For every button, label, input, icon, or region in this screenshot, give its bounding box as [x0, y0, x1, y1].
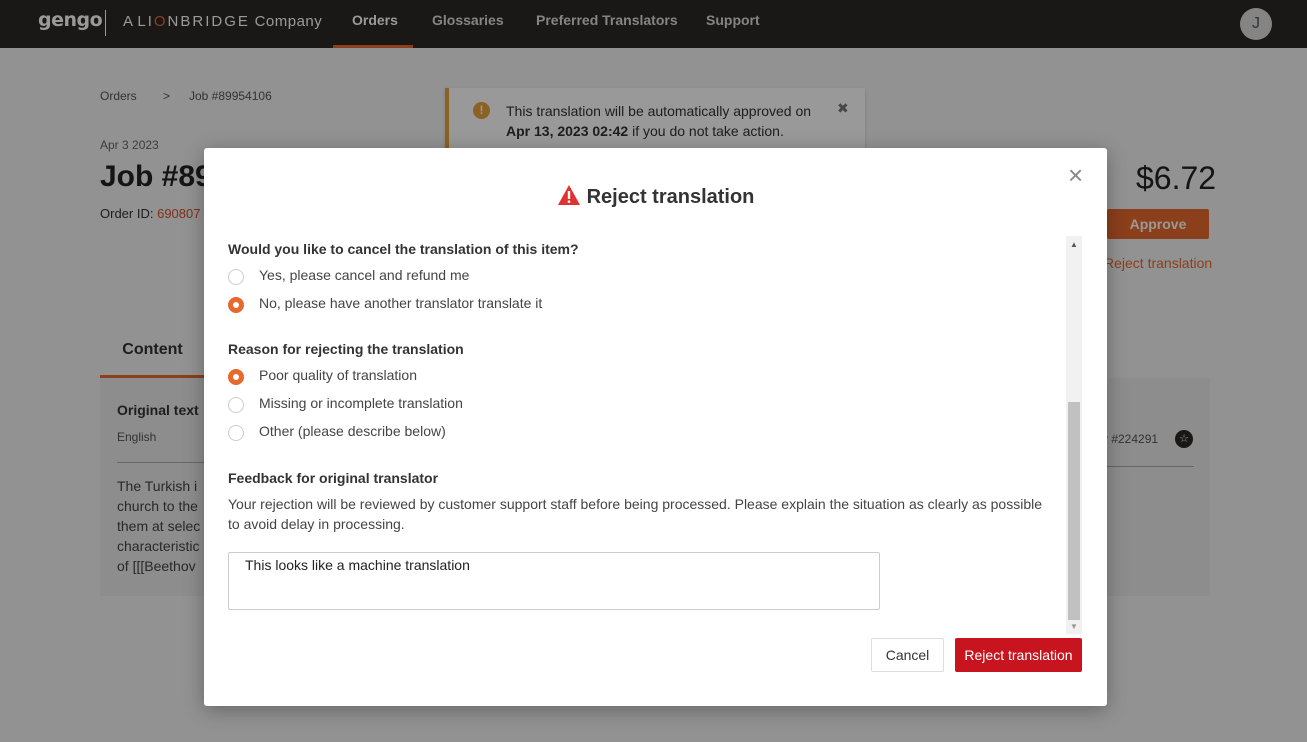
feedback-textarea[interactable]: This looks like a machine translation: [228, 552, 880, 610]
radio-button-selected[interactable]: [228, 369, 244, 385]
reason-question-label: Reason for rejecting the translation: [228, 341, 464, 357]
reject-translation-modal: × Reject translation Would you like to c…: [204, 148, 1107, 706]
radio-button[interactable]: [228, 425, 244, 441]
feedback-label: Feedback for original translator: [228, 470, 439, 486]
radio-label[interactable]: Yes, please cancel and refund me: [259, 267, 469, 283]
cancel-question-label: Would you like to cancel the translation…: [228, 241, 579, 257]
radio-label[interactable]: Other (please describe below): [259, 423, 446, 439]
cancel-button[interactable]: Cancel: [871, 638, 944, 672]
radio-button[interactable]: [228, 397, 244, 413]
modal-title-text: Reject translation: [586, 186, 755, 208]
scrollbar-thumb[interactable]: [1068, 402, 1080, 620]
reject-translation-button[interactable]: Reject translation: [955, 638, 1082, 672]
modal-body: Would you like to cancel the translation…: [228, 236, 1080, 634]
radio-button-selected[interactable]: [228, 297, 244, 313]
modal-title: Reject translation: [204, 184, 1107, 209]
feedback-help-text: Your rejection will be reviewed by custo…: [228, 496, 1043, 532]
warning-icon: [557, 185, 580, 205]
radio-button[interactable]: [228, 269, 244, 285]
radio-label[interactable]: Missing or incomplete translation: [259, 395, 463, 411]
scroll-down-arrow-icon[interactable]: ▼: [1066, 622, 1082, 631]
radio-label[interactable]: Poor quality of translation: [259, 367, 417, 383]
radio-label[interactable]: No, please have another translator trans…: [259, 295, 542, 311]
scroll-up-arrow-icon[interactable]: ▲: [1066, 240, 1082, 249]
modal-scrollbar[interactable]: ▲ ▼: [1066, 236, 1082, 634]
